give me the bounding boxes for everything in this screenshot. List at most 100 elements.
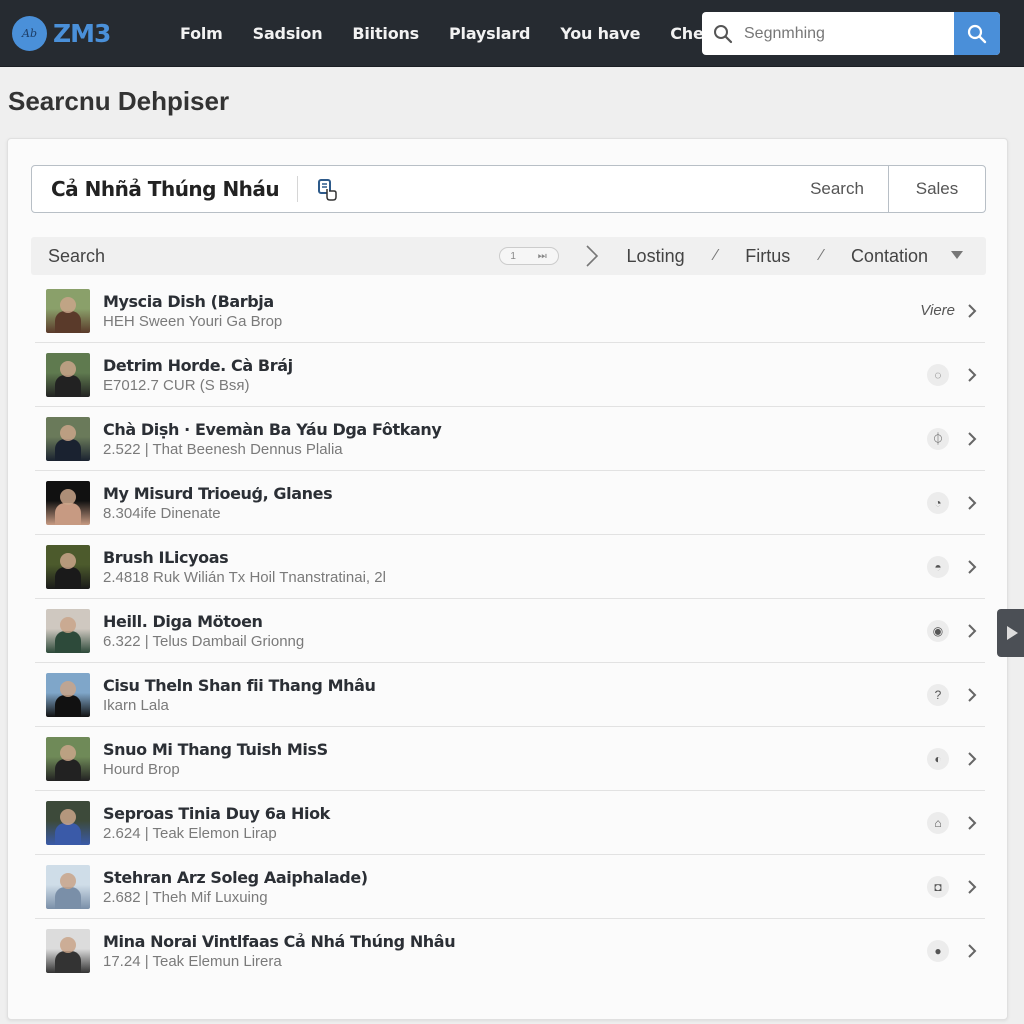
chevron-right-icon[interactable] — [967, 943, 977, 959]
power-icon[interactable]: ⏀ — [927, 427, 949, 450]
list-item[interactable]: Snuo Mi Thang Tuish MisS Hourd Brop ◐ — [35, 727, 985, 791]
list-item-subtitle: 8.304ife Dinenate — [103, 504, 221, 522]
list-item-title: Brush ILicyoas — [103, 547, 229, 567]
thumbnail — [46, 672, 90, 717]
thumbnail — [46, 352, 90, 397]
nav-search — [702, 12, 1000, 55]
nav-search-button[interactable] — [954, 12, 1000, 55]
filter-bar: Search 1 ⏭ Losting ⁄ Firtus ⁄ Contation — [31, 237, 986, 275]
separator: ⁄ — [714, 247, 718, 264]
results-list: Myscia Dish (Barbja HEH Sween Youri Ga Br… — [35, 279, 985, 983]
results-card: Cả Nhñả Thúng Nháu Search Sales Search 1… — [7, 138, 1008, 1020]
umbrella-icon[interactable]: ◓ — [927, 555, 949, 578]
list-item-subtitle: Hourd Brop — [103, 760, 180, 778]
list-item-subtitle: 2.624 | Teak Elemon Lirap — [103, 824, 277, 842]
touch-icon[interactable] — [314, 176, 340, 202]
half-circle-icon[interactable]: ◐ — [927, 747, 949, 770]
list-item[interactable]: Chà Diṣh · Evemàn Ba Yáu Dga Fôtkany 2.52… — [35, 407, 985, 471]
logo[interactable]: Ab ZM3 — [12, 15, 111, 51]
list-item-text: Cisu Theln Shan fii Thang Mhâu Ikarn Lala — [103, 676, 927, 714]
filter-label: Search — [48, 245, 106, 266]
list-item-subtitle: 2.4818 Ruk Wilián Tx Hoil Tnanstratinai,… — [103, 568, 386, 586]
separator: ⁄ — [820, 247, 823, 264]
skip-icon: ⏭ — [537, 250, 547, 262]
chevron-right-icon[interactable] — [967, 879, 977, 895]
person-icon[interactable]: ● — [927, 940, 949, 962]
chevron-right-icon[interactable] — [967, 687, 977, 703]
nav-search-input[interactable] — [744, 12, 954, 55]
thumbnail — [46, 480, 90, 525]
caret-down-icon[interactable] — [950, 247, 964, 265]
chevron-right-icon[interactable] — [967, 751, 977, 767]
view-link[interactable]: Viere — [920, 302, 955, 319]
spinner-icon[interactable]: ◔ — [927, 491, 949, 514]
logo-badge-text: Ab — [22, 26, 37, 40]
chevron-right-icon[interactable] — [585, 244, 599, 268]
list-item-subtitle: 2.522 | That Beenesh Dennus Plalia — [103, 440, 343, 458]
thumbnail — [46, 416, 90, 461]
chevron-right-icon[interactable] — [967, 495, 977, 511]
filter-losting[interactable]: Losting — [627, 246, 685, 267]
play-icon — [1007, 626, 1018, 640]
page-number: 1 — [510, 250, 516, 262]
chevron-right-icon[interactable] — [967, 367, 977, 383]
thumbnail — [46, 288, 90, 333]
list-item-title: Heill. Diga Mötoen — [103, 611, 263, 631]
list-item-text: Chà Diṣh · Evemàn Ba Yáu Dga Fôtkany 2.52… — [103, 420, 927, 458]
chevron-right-icon[interactable] — [967, 559, 977, 575]
bucket-icon[interactable]: ◌ — [927, 363, 949, 386]
list-item-text: Detrim Horde. Cà Bráj E7012.7 CUR (S Bsя) — [103, 356, 927, 394]
list-item-title: Chà Diṣh · Evemàn Ba Yáu Dga Fôtkany — [103, 419, 442, 439]
list-item[interactable]: Mina Norai Vintlfaas Cả Nhá Thúng Nhâu 17… — [35, 919, 985, 983]
filter-contation[interactable]: Contation — [851, 246, 928, 267]
list-item-text: Heill. Diga Mötoen 6.322 | Telus Dambail … — [103, 612, 927, 650]
nav-link-sadsion[interactable]: Sadsion — [253, 24, 323, 43]
search-icon — [702, 12, 744, 55]
bag-icon[interactable]: ◘ — [927, 875, 949, 898]
chevron-right-icon[interactable] — [967, 623, 977, 639]
list-item-subtitle: 17.24 | Teak Elemun Lirera — [103, 953, 282, 970]
filter-firtus[interactable]: Firtus — [745, 246, 790, 267]
list-item-text: Seproas Tinia Duy 6a Hiok 2.624 | Teak El… — [103, 804, 927, 842]
list-item-title: Myscia Dish (Barbja — [103, 291, 274, 311]
list-item[interactable]: Detrim Horde. Cà Bráj E7012.7 CUR (S Bsя)… — [35, 343, 985, 407]
list-item-subtitle: 6.322 | Telus Dambail Grionng — [103, 632, 305, 650]
list-item[interactable]: Heill. Diga Mötoen 6.322 | Telus Dambail … — [35, 599, 985, 663]
list-item-title: My Misurd Trioeuģ, Glanes — [103, 483, 333, 503]
nav-link-you-have[interactable]: You have — [560, 24, 640, 43]
query-input[interactable]: Cả Nhñả Thúng Nháu — [32, 176, 299, 202]
search-button[interactable]: Search — [786, 166, 888, 212]
thumbnail — [46, 929, 90, 973]
pager-pill[interactable]: 1 ⏭ — [498, 247, 559, 265]
list-item[interactable]: Stehran Arz Soleg Aaiphalade) 2.682 | The… — [35, 855, 985, 919]
lock-icon[interactable]: ◉ — [927, 619, 949, 642]
list-item-subtitle: Ikarn Lala — [103, 696, 169, 714]
list-item-text: Brush ILicyoas 2.4818 Ruk Wilián Tx Hoil … — [103, 548, 927, 586]
logo-badge-icon: Ab — [12, 15, 47, 51]
list-item[interactable]: Cisu Theln Shan fii Thang Mhâu Ikarn Lala… — [35, 663, 985, 727]
logo-text: ZM3 — [53, 18, 111, 48]
chevron-right-icon[interactable] — [967, 431, 977, 447]
sales-button[interactable]: Sales — [888, 166, 985, 212]
nav-link-biitions[interactable]: Biitions — [352, 24, 419, 43]
list-item-title: Detrim Horde. Cà Bráj — [103, 355, 293, 375]
list-item-title: Mina Norai Vintlfaas Cả Nhá Thúng Nhâu — [103, 932, 456, 951]
list-item[interactable]: Myscia Dish (Barbja HEH Sween Youri Ga Br… — [35, 279, 985, 343]
list-item-title: Snuo Mi Thang Tuish MisS — [103, 739, 328, 759]
nav-link-playslard[interactable]: Playslard — [449, 24, 530, 43]
list-item[interactable]: Brush ILicyoas 2.4818 Ruk Wilián Tx Hoil … — [35, 535, 985, 599]
list-item-subtitle: 2.682 | Theh Mif Luxuing — [103, 888, 268, 906]
list-item[interactable]: My Misurd Trioeuģ, Glanes 8.304ife Dinena… — [35, 471, 985, 535]
list-item-title: Stehran Arz Soleg Aaiphalade) — [103, 867, 368, 887]
tent-icon[interactable]: ⌂ — [927, 811, 949, 834]
list-item-title: Cisu Theln Shan fii Thang Mhâu — [103, 675, 376, 695]
search-icon — [967, 24, 987, 43]
list-item[interactable]: Seproas Tinia Duy 6a Hiok 2.624 | Teak El… — [35, 791, 985, 855]
list-item-text: Mina Norai Vintlfaas Cả Nhá Thúng Nhâu 17… — [103, 932, 927, 970]
question-icon[interactable]: ? — [927, 683, 949, 706]
thumbnail — [46, 736, 90, 781]
nav-link-folm[interactable]: Folm — [180, 24, 223, 43]
side-panel-toggle[interactable] — [997, 609, 1024, 657]
chevron-right-icon[interactable] — [967, 815, 977, 831]
chevron-right-icon[interactable] — [967, 303, 977, 319]
